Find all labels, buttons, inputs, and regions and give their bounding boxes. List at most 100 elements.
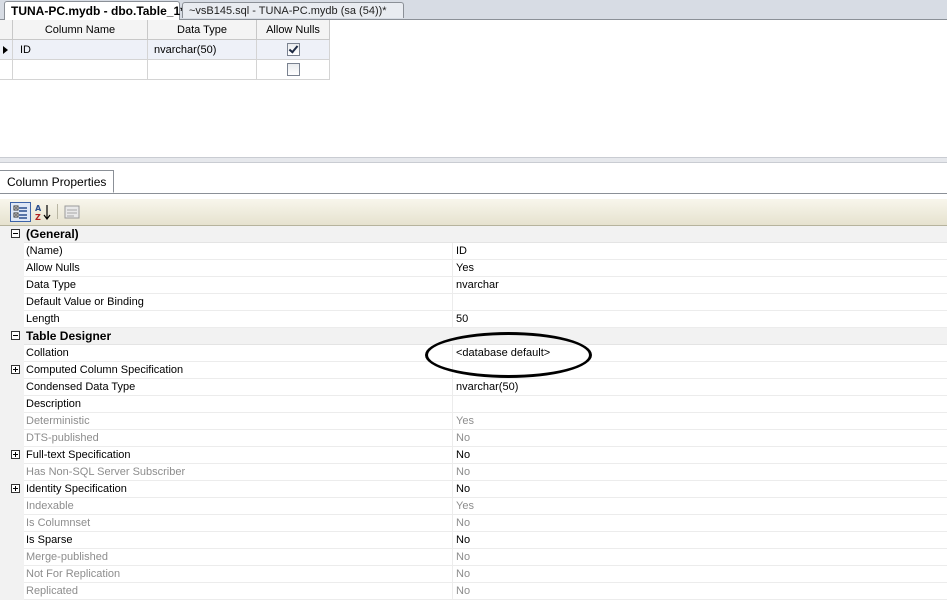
property-name: Default Value or Binding (24, 294, 452, 311)
data-type-header[interactable]: Data Type (148, 20, 257, 40)
property-value: No (452, 515, 947, 532)
row-gutter (0, 566, 24, 583)
property-name: Identity Specification (24, 481, 452, 498)
property-name: DTS-published (24, 430, 452, 447)
property-value[interactable]: No (452, 532, 947, 549)
property-value: No (452, 583, 947, 600)
property-value[interactable]: 50 (452, 311, 947, 328)
collapse-minus-icon[interactable] (11, 229, 20, 238)
property-name: Indexable (24, 498, 452, 515)
property-name: Has Non-SQL Server Subscriber (24, 464, 452, 481)
property-name: Description (24, 396, 452, 413)
allow-nulls-cell[interactable] (257, 40, 330, 60)
row-gutter (0, 345, 24, 362)
row-selector[interactable] (0, 60, 13, 80)
property-name: Merge-published (24, 549, 452, 566)
property-row-dts-published[interactable]: DTS-published No (0, 430, 947, 447)
expand-plus-icon[interactable] (11, 365, 20, 374)
property-row-default-value-or-binding[interactable]: Default Value or Binding (0, 294, 947, 311)
property-row-indexable[interactable]: Indexable Yes (0, 498, 947, 515)
expand-plus-icon[interactable] (11, 484, 20, 493)
properties-toolbar: A Z (0, 199, 947, 226)
row-gutter (0, 413, 24, 430)
property-row-length[interactable]: Length 50 (0, 311, 947, 328)
property-row-not-for-replication[interactable]: Not For Replication No (0, 566, 947, 583)
svg-text:Z: Z (35, 213, 41, 222)
property-name: Collation (24, 345, 452, 362)
property-value[interactable]: ID (452, 243, 947, 260)
property-name: Replicated (24, 583, 452, 600)
allow-nulls-checkbox[interactable] (287, 63, 300, 76)
row-gutter (0, 515, 24, 532)
categorized-button[interactable] (10, 202, 31, 222)
alphabetical-button[interactable]: A Z (33, 202, 54, 222)
property-row-identity-specification[interactable]: Identity Specification No (0, 481, 947, 498)
column-name-header[interactable]: Column Name (13, 20, 148, 40)
property-name: (Name) (24, 243, 452, 260)
row-gutter (0, 260, 24, 277)
property-row-data-type[interactable]: Data Type nvarchar (0, 277, 947, 294)
property-value (452, 226, 947, 243)
expand-plus-icon[interactable] (11, 450, 20, 459)
tab-table-designer[interactable]: TUNA-PC.mydb - dbo.Table_1* (4, 1, 185, 20)
collapse-minus-icon[interactable] (11, 331, 20, 340)
property-value: Yes (452, 413, 947, 430)
category-general[interactable]: (General) (0, 226, 947, 243)
property-name: Is Columnset (24, 515, 452, 532)
row-gutter (0, 430, 24, 447)
property-value[interactable] (452, 396, 947, 413)
property-row-deterministic[interactable]: Deterministic Yes (0, 413, 947, 430)
row-gutter (0, 379, 24, 396)
property-name: Condensed Data Type (24, 379, 452, 396)
property-pages-button[interactable] (62, 202, 83, 222)
property-name: Allow Nulls (24, 260, 452, 277)
row-selector[interactable] (0, 40, 13, 60)
property-value[interactable] (452, 294, 947, 311)
row-gutter (0, 549, 24, 566)
property-row-allow-nulls[interactable]: Allow Nulls Yes (0, 260, 947, 277)
property-row-full-text-specification[interactable]: Full-text Specification No (0, 447, 947, 464)
property-value[interactable]: nvarchar (452, 277, 947, 294)
allow-nulls-checkbox[interactable] (287, 43, 300, 56)
property-value[interactable]: nvarchar(50) (452, 379, 947, 396)
row-gutter (0, 464, 24, 481)
property-value: No (452, 430, 947, 447)
property-row-has-non-sql-server-subscriber[interactable]: Has Non-SQL Server Subscriber No (0, 464, 947, 481)
property-name: Deterministic (24, 413, 452, 430)
property-row-is-columnset[interactable]: Is Columnset No (0, 515, 947, 532)
property-value: Yes (452, 498, 947, 515)
property-row-description[interactable]: Description (0, 396, 947, 413)
property-value[interactable]: No (452, 481, 947, 498)
property-pages-icon (64, 205, 80, 219)
row-gutter (0, 277, 24, 294)
data-type-cell[interactable]: nvarchar(50) (148, 40, 257, 60)
property-value[interactable]: No (452, 447, 947, 464)
property-name: Not For Replication (24, 566, 452, 583)
property-row-is-sparse[interactable]: Is Sparse No (0, 532, 947, 549)
column-name-cell[interactable] (13, 60, 148, 80)
row-gutter (0, 583, 24, 600)
property-value: No (452, 566, 947, 583)
annotation-ellipse (425, 332, 592, 378)
row-gutter (0, 294, 24, 311)
row-gutter (0, 243, 24, 260)
column-properties-tab-strip: Column Properties (0, 168, 947, 194)
property-row-condensed-data-type[interactable]: Condensed Data Type nvarchar(50) (0, 379, 947, 396)
tab-column-properties[interactable]: Column Properties (0, 170, 115, 193)
property-name: Computed Column Specification (24, 362, 452, 379)
alphabetical-icon: A Z (35, 204, 51, 222)
property-value[interactable]: Yes (452, 260, 947, 277)
allow-nulls-cell[interactable] (257, 60, 330, 80)
property-row-name[interactable]: (Name) ID (0, 243, 947, 260)
data-type-cell[interactable] (148, 60, 257, 80)
pane-splitter[interactable] (0, 157, 947, 163)
property-row-replicated[interactable]: Replicated No (0, 583, 947, 600)
property-name: Full-text Specification (24, 447, 452, 464)
allow-nulls-header[interactable]: Allow Nulls (257, 20, 330, 40)
property-row-merge-published[interactable]: Merge-published No (0, 549, 947, 566)
document-tab-bar: TUNA-PC.mydb - dbo.Table_1* ~vsB145.sql … (0, 0, 947, 20)
tab-sql-query[interactable]: ~vsB145.sql - TUNA-PC.mydb (sa (54))* (182, 2, 404, 18)
property-value: No (452, 464, 947, 481)
toolbar-separator (57, 204, 58, 219)
column-name-cell[interactable]: ID (13, 40, 148, 60)
